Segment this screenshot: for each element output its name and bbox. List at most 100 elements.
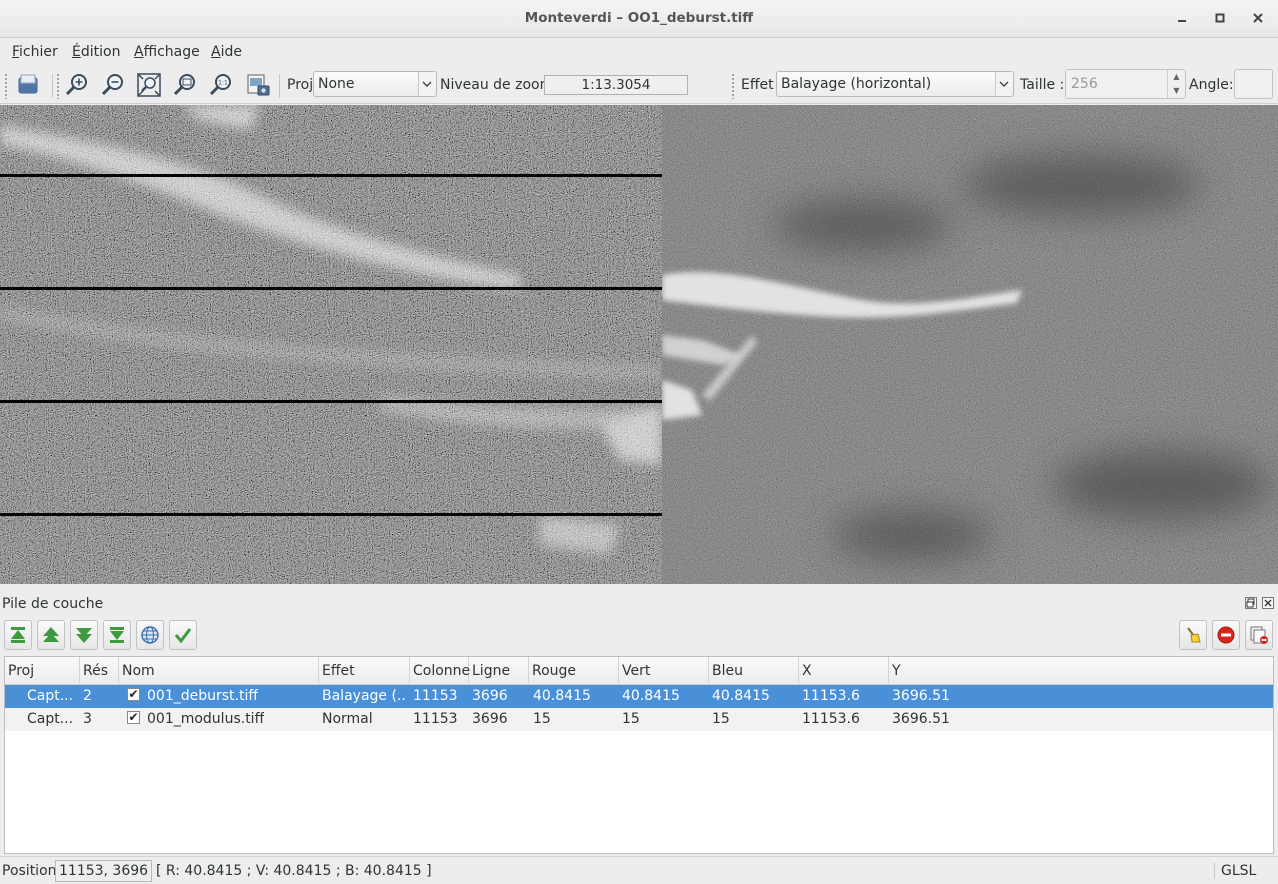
cell-blue: 40.8415 <box>712 688 770 704</box>
cell-x: 11153.6 <box>802 711 860 727</box>
image-viewport[interactable] <box>0 105 1278 584</box>
column-header[interactable]: Proj <box>5 657 80 685</box>
angle-label: Angle: <box>1189 77 1234 93</box>
zoom-extent-icon <box>137 73 161 97</box>
arrow-down-icon <box>76 628 92 643</box>
column-header[interactable]: Effet <box>319 657 410 685</box>
delete-layer-button[interactable] <box>1212 620 1240 650</box>
column-header[interactable]: Ligne <box>469 657 529 685</box>
column-header[interactable]: X <box>799 657 889 685</box>
zoom-in-button[interactable] <box>63 71 91 99</box>
cell-green: 40.8415 <box>622 688 680 704</box>
arrow-up-icon <box>43 627 59 642</box>
main-toolbar: 1:1 Proj None Niveau de zoom 1:13.3054 E… <box>0 66 1278 104</box>
spin-buttons[interactable]: ▲ ▼ <box>1167 70 1185 98</box>
layer-panel-title: Pile de couche <box>2 596 104 612</box>
proj-select-value: None <box>318 76 355 92</box>
cell-name: 001_deburst.tiff <box>147 688 258 704</box>
chevron-down-icon <box>995 72 1011 96</box>
menu-fichier[interactable]: Fichier <box>12 44 58 60</box>
delete-all-layers-button[interactable] <box>1245 620 1273 650</box>
position-field[interactable]: 11153, 3696 <box>55 860 153 882</box>
zoom-1-1-button[interactable]: 1:1 <box>207 71 235 99</box>
cell-proj: Capt... <box>27 688 74 704</box>
arrow-bottom-icon <box>110 627 124 643</box>
menu-affichage[interactable]: Affichage <box>134 44 200 60</box>
close-icon <box>1264 599 1272 607</box>
zoom-out-button[interactable] <box>99 71 127 99</box>
cell-red: 40.8415 <box>533 688 591 704</box>
dock-float-button[interactable] <box>1245 597 1257 609</box>
zoom-full-button[interactable] <box>171 71 199 99</box>
apply-button[interactable] <box>169 620 197 650</box>
proj-select[interactable]: None <box>313 71 437 97</box>
cell-x: 11153.6 <box>802 688 860 704</box>
chevron-down-icon <box>418 72 434 96</box>
toolbar-grip[interactable] <box>731 73 735 99</box>
menu-edition[interactable]: Édition <box>72 44 120 60</box>
zoom-1-1-icon: 1:1 <box>209 74 231 96</box>
zoom-extent-button[interactable] <box>135 71 163 99</box>
cell-line: 3696 <box>472 711 508 727</box>
cell-column: 11153 <box>413 688 458 704</box>
spin-down-icon[interactable]: ▼ <box>1168 84 1185 98</box>
column-header[interactable]: Rés <box>80 657 119 685</box>
close-icon <box>1253 13 1263 23</box>
toolbar-grip[interactable] <box>56 73 60 99</box>
delete-icon <box>1217 626 1235 644</box>
menu-bar: Fichier Édition Affichage Aide <box>0 38 1278 66</box>
column-header[interactable]: Nom <box>119 657 319 685</box>
cell-green: 15 <box>622 711 640 727</box>
pixel-values: [ R: 40.8415 ; V: 40.8415 ; B: 40.8415 ] <box>156 863 432 879</box>
minimize-button[interactable] <box>1172 9 1192 29</box>
toolbar-separator <box>52 74 53 98</box>
cell-res: 3 <box>83 711 92 727</box>
clear-button[interactable] <box>1179 620 1207 650</box>
effect-select[interactable]: Balayage (horizontal) <box>776 71 1014 97</box>
open-file-button[interactable] <box>14 71 42 99</box>
minimize-icon <box>1178 20 1186 22</box>
zoom-level-field[interactable]: 1:13.3054 <box>544 75 688 95</box>
spin-up-icon[interactable]: ▲ <box>1168 70 1185 84</box>
cell-y: 3696.51 <box>892 711 950 727</box>
arrow-top-icon <box>11 627 25 643</box>
layer-visible-checkbox[interactable]: ✔ <box>127 711 140 724</box>
cell-effect: Normal <box>322 711 373 727</box>
cell-proj: Capt... <box>27 711 74 727</box>
effect-select-value: Balayage (horizontal) <box>781 76 932 92</box>
column-header[interactable]: Rouge <box>529 657 619 685</box>
effect-label: Effet <box>741 77 774 93</box>
zoom-out-icon <box>101 74 123 96</box>
column-header[interactable]: Colonne <box>410 657 470 685</box>
float-icon <box>1246 598 1255 608</box>
table-row[interactable]: Capt... 2 ✔ 001_deburst.tiff Balayage (.… <box>5 685 1273 708</box>
maximize-button[interactable] <box>1210 9 1230 29</box>
maximize-icon <box>1215 13 1225 23</box>
column-header[interactable]: Vert <box>619 657 709 685</box>
toolbar-grip[interactable] <box>4 73 8 99</box>
cell-line: 3696 <box>472 688 508 704</box>
cell-red: 15 <box>533 711 551 727</box>
move-up-button[interactable] <box>37 620 65 650</box>
angle-spinbox[interactable] <box>1234 69 1273 99</box>
column-header[interactable]: Y <box>889 657 1273 685</box>
menu-aide[interactable]: Aide <box>211 44 242 60</box>
cell-column: 11153 <box>413 711 458 727</box>
move-down-button[interactable] <box>70 620 98 650</box>
move-to-bottom-button[interactable] <box>103 620 131 650</box>
screenshot-button[interactable] <box>244 71 272 99</box>
layer-table-header: Proj Rés Nom Effet Colonne Ligne Rouge V… <box>5 657 1273 685</box>
cell-res: 2 <box>83 688 92 704</box>
size-spinbox-value: 256 <box>1071 76 1098 92</box>
move-to-top-button[interactable] <box>4 620 32 650</box>
column-header[interactable]: Bleu <box>709 657 799 685</box>
table-row[interactable]: Capt... 3 ✔ 001_modulus.tiff Normal 1115… <box>5 708 1273 731</box>
close-button[interactable] <box>1248 9 1268 29</box>
layer-table: Proj Rés Nom Effet Colonne Ligne Rouge V… <box>4 656 1274 854</box>
size-spinbox[interactable]: 256 ▲ ▼ <box>1065 69 1186 99</box>
layer-visible-checkbox[interactable]: ✔ <box>127 688 140 701</box>
georeference-button[interactable] <box>136 620 164 650</box>
dock-close-button[interactable] <box>1262 597 1274 609</box>
delete-all-icon <box>1250 626 1268 644</box>
window-title: Monteverdi – OO1_deburst.tiff <box>524 10 754 26</box>
